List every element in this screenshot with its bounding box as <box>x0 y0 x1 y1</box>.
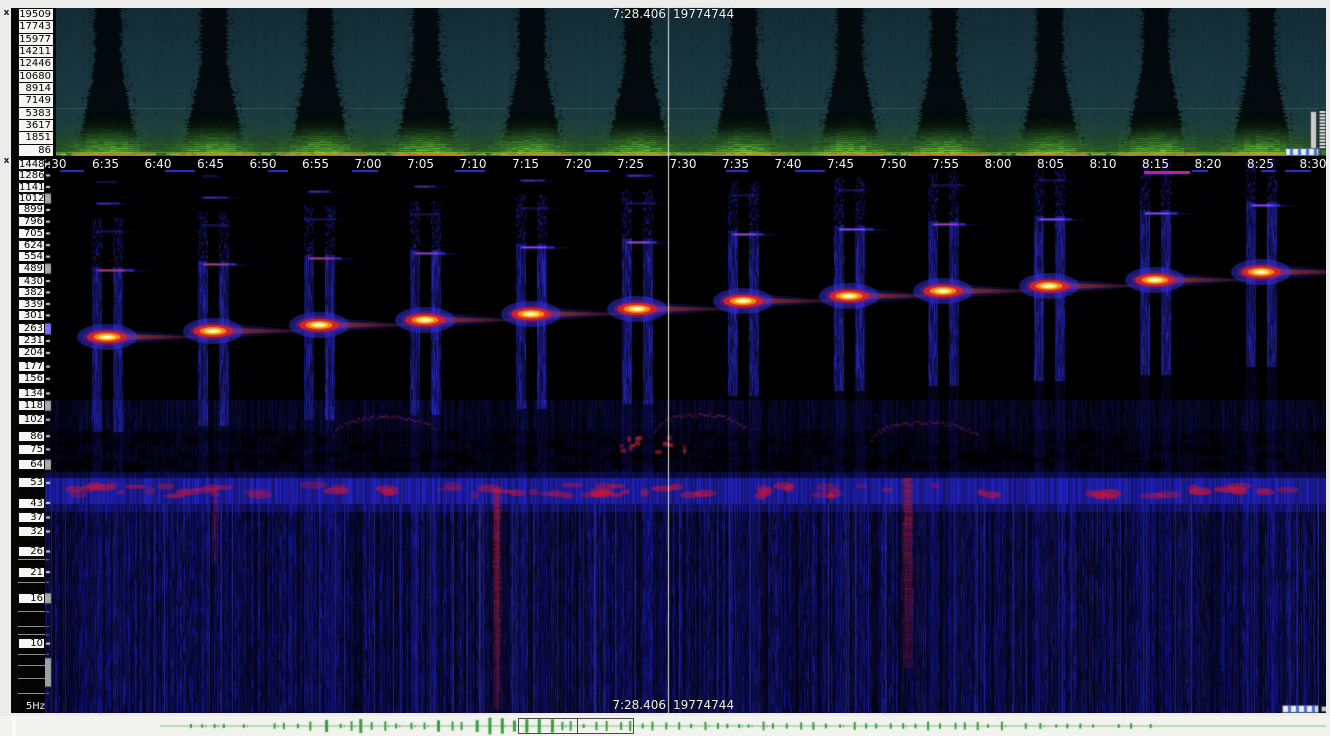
top-frequency-axis: 1950917743159771421112446106808914714953… <box>18 8 56 156</box>
freq-tick-label: 32 <box>18 526 45 537</box>
freq-tick-label: 1012 <box>18 193 45 204</box>
freq-tick-label: 37 <box>18 512 45 523</box>
freq-tick-label: 1286 <box>18 170 45 181</box>
freq-tick-label: 8914 <box>18 82 54 95</box>
time-tick-label: 7:45 <box>813 157 869 171</box>
freq-tick-label: 430 <box>18 276 45 287</box>
time-tick-label: 8:20 <box>1180 157 1236 171</box>
cursor-time-readout-bottom: 7:28.406 <box>540 698 666 712</box>
freq-tick-label: 86 <box>18 144 54 157</box>
freq-tick-label: 118 <box>18 400 45 411</box>
time-tick-label: 7:35 <box>708 157 764 171</box>
time-tick-label: 6:45 <box>183 157 239 171</box>
freq-unit-label: 5Hz <box>18 701 45 712</box>
freq-tick-label: 1448 <box>18 159 45 170</box>
main-axis-gutter <box>11 156 18 713</box>
freq-minor-tick <box>18 654 45 655</box>
freq-tick-label: 3617 <box>18 119 54 132</box>
freq-tick-label: 10680 <box>18 70 54 83</box>
time-tick-label: 7:05 <box>393 157 449 171</box>
freq-tick-label: 204 <box>18 347 45 358</box>
freq-tick-label: 382 <box>18 287 45 298</box>
freq-tick-label: 134 <box>18 388 45 399</box>
freq-tick-label: 231 <box>18 335 45 346</box>
overview-view-window-box[interactable] <box>518 718 634 734</box>
overview-cursor-divider[interactable] <box>577 718 578 734</box>
spectrogram-top-canvas[interactable] <box>56 8 1326 156</box>
cursor-time-readout-top: 7:28.406 <box>540 7 666 21</box>
freq-minor-tick <box>18 626 45 627</box>
freq-tick-label: 899 <box>18 204 45 215</box>
freq-tick-label: 489 <box>18 263 45 274</box>
freq-tick-label: 75 <box>18 444 45 455</box>
freq-tick-label: 7149 <box>18 94 54 107</box>
cursor-frame-readout-bottom: 19774744 <box>673 698 734 712</box>
time-tick-label: 7:30 <box>655 157 711 171</box>
freq-minor-tick <box>18 678 45 679</box>
freq-tick-label: 156 <box>18 373 45 384</box>
main-frequency-axis: 1448128611411012899796705624554489 430382… <box>18 156 45 713</box>
freq-tick-label: 14211 <box>18 45 54 58</box>
time-tick-label: 7:15 <box>498 157 554 171</box>
freq-tick-label: 10 <box>18 638 45 649</box>
freq-tick-label: 301 <box>18 310 45 321</box>
time-tick-label: 7:20 <box>550 157 606 171</box>
time-tick-label: 7:25 <box>603 157 659 171</box>
freq-tick-label: 554 <box>18 251 45 262</box>
freq-minor-tick <box>18 611 45 612</box>
freq-tick-label: 17743 <box>18 20 54 33</box>
time-tick-label: 6:50 <box>235 157 291 171</box>
time-tick-label: 7:00 <box>340 157 396 171</box>
freq-tick-label: 1141 <box>18 182 45 193</box>
freq-tick-label: 339 <box>18 299 45 310</box>
time-tick-label: 8:30 <box>1285 157 1330 171</box>
freq-tick-label: 624 <box>18 240 45 251</box>
time-tick-label: 8:10 <box>1075 157 1131 171</box>
freq-tick-label: 19509 <box>18 8 54 21</box>
freq-tick-label: 21 <box>18 567 45 578</box>
waveform-overview-canvas[interactable] <box>0 716 1330 736</box>
freq-tick-label: 53 <box>18 477 45 488</box>
time-tick-label: 7:55 <box>918 157 974 171</box>
time-tick-label: 7:40 <box>760 157 816 171</box>
time-tick-label: 6:40 <box>130 157 186 171</box>
freq-tick-label: 1851 <box>18 131 54 144</box>
freq-tick-label: 86 <box>18 431 45 442</box>
time-tick-label: 8:00 <box>970 157 1026 171</box>
freq-minor-tick <box>18 665 45 666</box>
freq-tick-label: 16 <box>18 593 45 604</box>
time-tick-label: 7:10 <box>445 157 501 171</box>
freq-tick-label: 102 <box>18 414 45 425</box>
freq-tick-label: 705 <box>18 228 45 239</box>
app-window: x 19509177431597714211124461068089147149… <box>0 0 1330 736</box>
top-axis-gutter <box>11 8 18 156</box>
time-tick-label: 6:55 <box>288 157 344 171</box>
time-tick-label: 7:50 <box>865 157 921 171</box>
freq-tick-label: 796 <box>18 216 45 227</box>
spectrogram-main-canvas[interactable] <box>45 156 1326 713</box>
freq-tick-label: 263 <box>18 323 45 334</box>
freq-minor-tick <box>18 582 45 583</box>
time-tick-label: 8:25 <box>1233 157 1289 171</box>
cursor-frame-readout-top: 19774744 <box>673 7 734 21</box>
freq-tick-label: 12446 <box>18 57 54 70</box>
time-tick-label: 8:15 <box>1128 157 1184 171</box>
freq-tick-label: 177 <box>18 361 45 372</box>
time-tick-label: 8:05 <box>1023 157 1079 171</box>
freq-tick-label: 43 <box>18 498 45 509</box>
time-tick-label: 6:35 <box>78 157 134 171</box>
freq-tick-label: 5383 <box>18 107 54 120</box>
freq-tick-label: 26 <box>18 546 45 557</box>
freq-tick-label: 15977 <box>18 33 54 46</box>
freq-tick-label: 64 <box>18 459 45 470</box>
freq-minor-tick <box>18 559 45 560</box>
freq-minor-tick <box>18 634 45 635</box>
freq-minor-tick <box>18 693 45 694</box>
